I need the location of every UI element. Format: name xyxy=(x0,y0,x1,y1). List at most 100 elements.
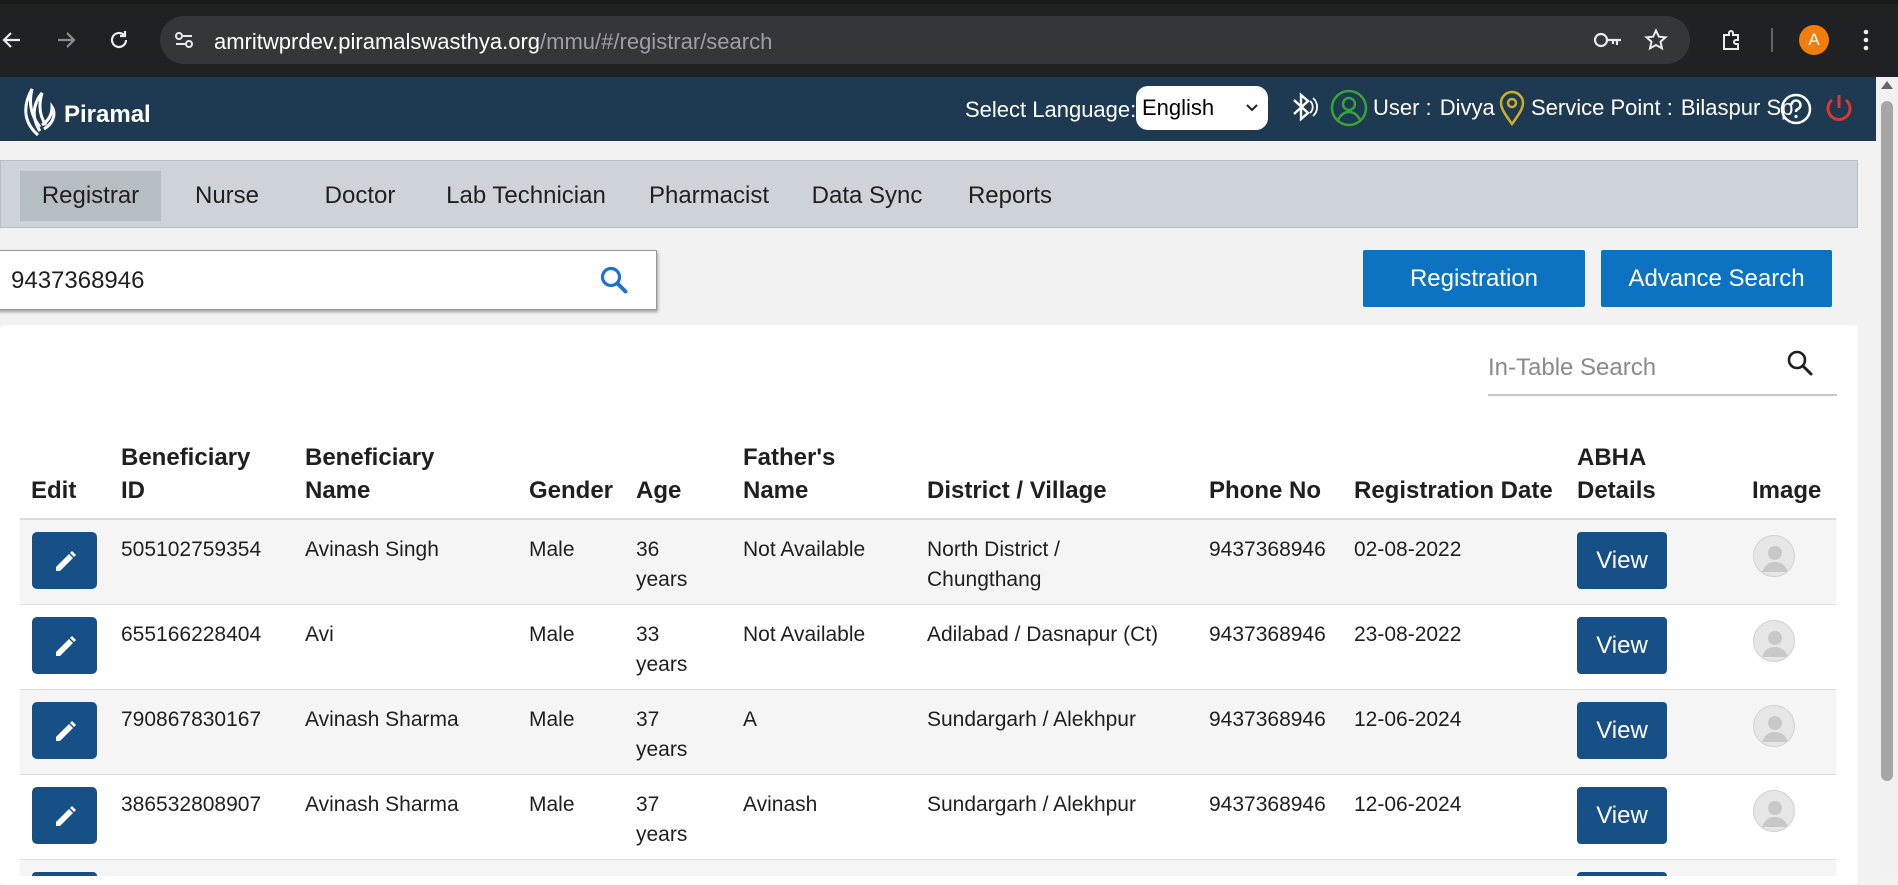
avatar[interactable] xyxy=(1753,620,1795,662)
power-logout-icon[interactable] xyxy=(1822,91,1856,125)
user-label: User : xyxy=(1373,95,1432,120)
gender: Male xyxy=(529,708,575,731)
view-abha-button[interactable]: View xyxy=(1577,787,1667,844)
edit-button[interactable] xyxy=(32,872,97,876)
edit-button[interactable] xyxy=(32,617,97,674)
search-icon[interactable] xyxy=(1785,348,1815,383)
search-icon[interactable] xyxy=(599,265,629,300)
district-village: Adilabad / Dasnapur (Ct) xyxy=(927,620,1158,650)
chrome-menu-icon[interactable] xyxy=(1848,20,1884,60)
pencil-icon xyxy=(55,720,76,741)
tab-label: Nurse xyxy=(194,182,260,209)
extensions-icon[interactable] xyxy=(1712,20,1752,60)
tab-reports[interactable]: Reports xyxy=(957,171,1063,221)
role-nav: Registrar Nurse Doctor Lab Technician Ph… xyxy=(0,160,1858,228)
edit-button[interactable] xyxy=(32,702,97,759)
avatar[interactable] xyxy=(1753,535,1795,577)
gender: Male xyxy=(529,623,575,646)
header-line: Beneficiary xyxy=(121,444,251,471)
beneficiary-name: Avinash Sharma xyxy=(305,708,459,731)
forward-icon[interactable] xyxy=(48,22,84,58)
back-icon[interactable] xyxy=(0,22,30,58)
user-icon xyxy=(1330,89,1368,127)
avatar[interactable] xyxy=(1753,705,1795,747)
age-unit: years xyxy=(636,738,688,761)
age-value: 36 xyxy=(636,538,660,561)
person-placeholder-icon xyxy=(1762,546,1788,572)
language-label: Select Language: xyxy=(965,97,1137,122)
language-select[interactable]: English xyxy=(1136,86,1268,130)
district-village: Sundargarh / Alekhpur xyxy=(927,705,1136,735)
reload-icon[interactable] xyxy=(101,22,137,58)
profile-avatar[interactable]: A xyxy=(1794,20,1834,60)
district-village: North District / Chungthang xyxy=(927,535,1060,595)
header-line: ID xyxy=(121,477,145,504)
scrollbar-thumb[interactable] xyxy=(1881,101,1893,781)
location-pin-icon xyxy=(1499,90,1525,127)
piramal-logo[interactable]: Piramal xyxy=(18,83,151,137)
phone-no: 9437368946 xyxy=(1209,538,1326,561)
page-scrollbar[interactable] xyxy=(1876,77,1898,876)
age-unit: years xyxy=(636,568,688,591)
user-name: Divya xyxy=(1439,95,1495,120)
fathers-name: A xyxy=(743,708,758,731)
tab-lab-technician[interactable]: Lab Technician xyxy=(441,171,611,221)
tab-strip xyxy=(0,0,1898,4)
header-line: Father's xyxy=(743,444,836,471)
beneficiary-search-input[interactable]: 9437368946 xyxy=(11,267,144,295)
bluetooth-icon[interactable] xyxy=(1284,90,1318,124)
bookmark-star-icon[interactable] xyxy=(1636,20,1676,60)
district-line: North District / xyxy=(927,538,1061,561)
registration-date: 02-08-2022 xyxy=(1354,538,1462,561)
edit-button[interactable] xyxy=(32,787,97,844)
view-abha-button[interactable] xyxy=(1577,872,1667,876)
service-point-info: Service Point : Bilaspur Sp xyxy=(1497,89,1793,127)
password-key-icon[interactable] xyxy=(1588,20,1628,60)
service-point-value: Bilaspur Sp xyxy=(1680,95,1794,120)
edit-button[interactable] xyxy=(32,532,97,589)
tab-nurse[interactable]: Nurse xyxy=(179,171,275,221)
help-icon[interactable] xyxy=(1779,92,1813,126)
pencil-icon xyxy=(55,635,76,656)
advance-search-button[interactable]: Advance Search xyxy=(1601,250,1832,307)
service-point-label: Service Point : xyxy=(1531,95,1673,120)
url-path: /mmu/#/registrar/search xyxy=(540,29,773,54)
view-abha-button[interactable]: View xyxy=(1577,702,1667,759)
site-info-icon[interactable] xyxy=(172,28,196,57)
beneficiary-search-box[interactable]: 9437368946 xyxy=(0,250,657,310)
toolbar-divider xyxy=(1771,28,1773,52)
header-line: ABHA xyxy=(1577,444,1647,471)
address-bar[interactable]: amritwprdev.piramalswasthya.org/mmu/#/re… xyxy=(160,16,1690,64)
district-village: Sundargarh / Alekhpur xyxy=(927,790,1136,820)
piramal-leaf-icon xyxy=(24,88,56,137)
col-header-abha-details: ABHA Details xyxy=(1577,441,1656,507)
tab-label: Registrar xyxy=(41,182,140,209)
beneficiary-id: 790867830167 xyxy=(121,708,262,731)
tab-label: Data Sync xyxy=(811,182,923,209)
tab-data-sync[interactable]: Data Sync xyxy=(804,171,930,221)
person-placeholder-icon xyxy=(1762,631,1788,657)
view-abha-button[interactable]: View xyxy=(1577,532,1667,589)
avatar[interactable] xyxy=(1753,790,1795,832)
tab-pharmacist[interactable]: Pharmacist xyxy=(641,171,777,221)
district-line: Sundargarh / Alekhpur xyxy=(927,793,1136,816)
tab-registrar[interactable]: Registrar xyxy=(20,171,161,221)
beneficiary-id: 505102759354 xyxy=(121,538,262,561)
in-table-search-field[interactable]: In-Table Search xyxy=(1488,340,1837,396)
age-value: 37 xyxy=(636,708,660,731)
registration-button[interactable]: Registration xyxy=(1363,250,1585,307)
col-header-registration-date: Registration Date xyxy=(1354,477,1553,504)
age-unit: years xyxy=(636,653,688,676)
tab-doctor[interactable]: Doctor xyxy=(305,171,415,221)
col-header-image: Image xyxy=(1752,477,1822,504)
view-abha-button[interactable]: View xyxy=(1577,617,1667,674)
phone-no: 9437368946 xyxy=(1209,793,1326,816)
beneficiary-id: 655166228404 xyxy=(121,623,262,646)
district-line: Sundargarh / Alekhpur xyxy=(927,708,1136,731)
scroll-up-arrow-icon[interactable] xyxy=(1881,81,1893,89)
tab-label: Doctor xyxy=(324,182,396,209)
user-info: User : Divya xyxy=(1330,89,1495,127)
fathers-name: Not Available xyxy=(743,623,866,646)
age-value: 37 xyxy=(636,793,660,816)
gender: Male xyxy=(529,793,575,816)
